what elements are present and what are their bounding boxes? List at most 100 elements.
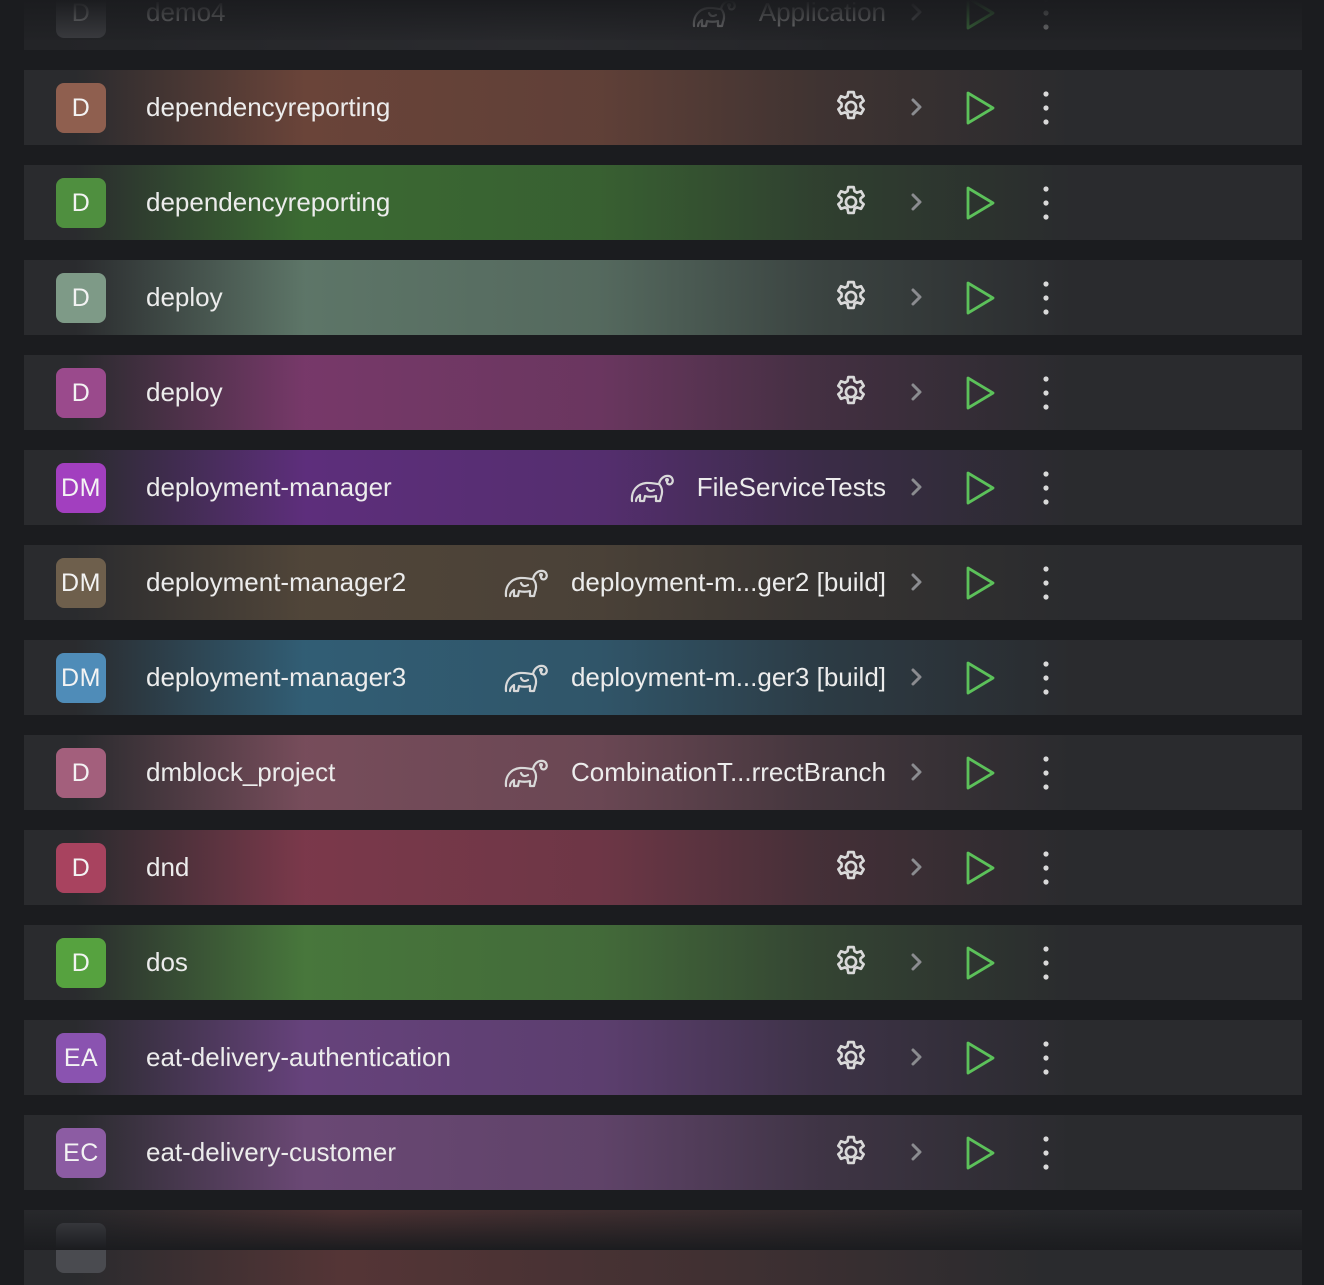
- gear-icon[interactable]: [832, 848, 870, 886]
- gear-icon[interactable]: [832, 278, 870, 316]
- run-button[interactable]: [964, 375, 996, 411]
- project-name: demo4: [146, 0, 226, 27]
- avatar-initials: DM: [61, 473, 101, 502]
- run-config[interactable]: FileServiceTests: [629, 450, 886, 525]
- run-button[interactable]: [964, 90, 996, 126]
- run-button[interactable]: [964, 280, 996, 316]
- run-button[interactable]: [964, 945, 996, 981]
- run-button[interactable]: [964, 1135, 996, 1171]
- avatar-initials: D: [71, 853, 91, 882]
- project-row[interactable]: D dos: [24, 925, 1302, 1000]
- project-row[interactable]: D dnd: [24, 830, 1302, 905]
- gear-icon[interactable]: [832, 943, 870, 981]
- project-avatar: DM: [56, 558, 106, 608]
- project-row[interactable]: D dependencyreporting: [24, 70, 1302, 145]
- run-config-label: deployment-m...ger2 [build]: [570, 567, 886, 597]
- chevron-right-icon[interactable]: [906, 475, 926, 499]
- run-button[interactable]: [964, 0, 996, 31]
- run-button[interactable]: [964, 850, 996, 886]
- project-row[interactable]: EA eat-delivery-authentication: [24, 1020, 1302, 1095]
- more-options-button[interactable]: [1036, 183, 1056, 223]
- more-options-button[interactable]: [1036, 848, 1056, 888]
- avatar-initials: EA: [63, 1043, 99, 1072]
- chevron-right-icon[interactable]: [906, 190, 926, 214]
- run-button[interactable]: [964, 565, 996, 601]
- project-row[interactable]: D dmblock_project CombinationT...rrectBr…: [24, 735, 1302, 810]
- run-button[interactable]: [964, 755, 996, 791]
- project-avatar: D: [56, 178, 106, 228]
- more-options-button[interactable]: [1036, 563, 1056, 603]
- run-button[interactable]: [964, 660, 996, 696]
- more-options-button[interactable]: [1036, 1133, 1056, 1173]
- project-name: eat-delivery-authentication: [146, 1042, 451, 1072]
- chevron-right-icon[interactable]: [906, 1140, 926, 1164]
- project-row[interactable]: EC eat-delivery-customer: [24, 1115, 1302, 1190]
- project-avatar: [56, 1223, 106, 1273]
- project-name: deployment-manager3: [146, 662, 407, 692]
- chevron-right-icon[interactable]: [906, 285, 926, 309]
- run-config[interactable]: deployment-m...ger2 [build]: [503, 545, 886, 620]
- run-config-label: FileServiceTests: [696, 472, 886, 502]
- more-options-button[interactable]: [1036, 658, 1056, 698]
- project-row[interactable]: D deploy: [24, 260, 1302, 335]
- project-row[interactable]: DM deployment-manager3 deployment-m...ge…: [24, 640, 1302, 715]
- run-config[interactable]: Application: [691, 0, 886, 50]
- chevron-right-icon[interactable]: [906, 760, 926, 784]
- project-row[interactable]: DM deployment-manager2 deployment-m...ge…: [24, 545, 1302, 620]
- avatar-initials: D: [71, 188, 91, 217]
- more-options-button[interactable]: [1036, 278, 1056, 318]
- gear-icon[interactable]: [832, 1038, 870, 1076]
- run-button[interactable]: [964, 185, 996, 221]
- project-row[interactable]: DM deployment-manager FileServiceTests: [24, 450, 1302, 525]
- project-row[interactable]: D dependencyreporting: [24, 165, 1302, 240]
- project-row-partial-top[interactable]: D demo4 Application: [24, 0, 1302, 50]
- gradle-elephant-icon: [691, 0, 737, 30]
- run-config[interactable]: CombinationT...rrectBranch: [503, 735, 886, 810]
- chevron-right-icon[interactable]: [906, 950, 926, 974]
- chevron-right-icon[interactable]: [906, 665, 926, 689]
- chevron-right-icon[interactable]: [906, 1045, 926, 1069]
- more-options-button[interactable]: [1036, 1038, 1056, 1078]
- more-options-button[interactable]: [1036, 468, 1056, 508]
- project-avatar: D: [56, 273, 106, 323]
- more-options-button[interactable]: [1036, 88, 1056, 128]
- project-name: deployment-manager2: [146, 567, 407, 597]
- gear-icon[interactable]: [832, 373, 870, 411]
- gear-icon[interactable]: [832, 183, 870, 221]
- chevron-right-icon[interactable]: [906, 0, 926, 24]
- more-options-button[interactable]: [1036, 373, 1056, 413]
- more-options-button[interactable]: [1036, 0, 1056, 33]
- chevron-right-icon[interactable]: [906, 570, 926, 594]
- chevron-right-icon[interactable]: [906, 380, 926, 404]
- project-avatar: D: [56, 843, 106, 893]
- avatar-initials: D: [71, 378, 91, 407]
- project-avatar: EC: [56, 1128, 106, 1178]
- project-name: dnd: [146, 852, 190, 882]
- avatar-initials: EC: [63, 1138, 99, 1167]
- project-row[interactable]: D deploy: [24, 355, 1302, 430]
- more-options-button[interactable]: [1036, 753, 1056, 793]
- more-options-button[interactable]: [1036, 943, 1056, 983]
- row-glow: [24, 830, 1302, 905]
- project-name: dmblock_project: [146, 757, 336, 787]
- project-row-partial-bottom[interactable]: [24, 1210, 1302, 1285]
- avatar-initials: D: [71, 758, 91, 787]
- avatar-initials: DM: [61, 568, 101, 597]
- project-avatar: D: [56, 368, 106, 418]
- chevron-right-icon[interactable]: [906, 855, 926, 879]
- chevron-right-icon[interactable]: [906, 95, 926, 119]
- project-avatar: DM: [56, 653, 106, 703]
- run-button[interactable]: [964, 470, 996, 506]
- run-config-label: CombinationT...rrectBranch: [570, 757, 886, 787]
- run-config[interactable]: deployment-m...ger3 [build]: [503, 640, 886, 715]
- run-config-label: deployment-m...ger3 [build]: [570, 662, 886, 692]
- run-button[interactable]: [964, 1040, 996, 1076]
- project-avatar: DM: [56, 463, 106, 513]
- gear-icon[interactable]: [832, 1133, 870, 1171]
- gradle-elephant-icon: [503, 566, 549, 600]
- gear-icon[interactable]: [832, 88, 870, 126]
- gradle-elephant-icon: [629, 471, 675, 505]
- project-name: dependencyreporting: [146, 92, 391, 122]
- avatar-initials: D: [71, 948, 91, 977]
- project-avatar: D: [56, 748, 106, 798]
